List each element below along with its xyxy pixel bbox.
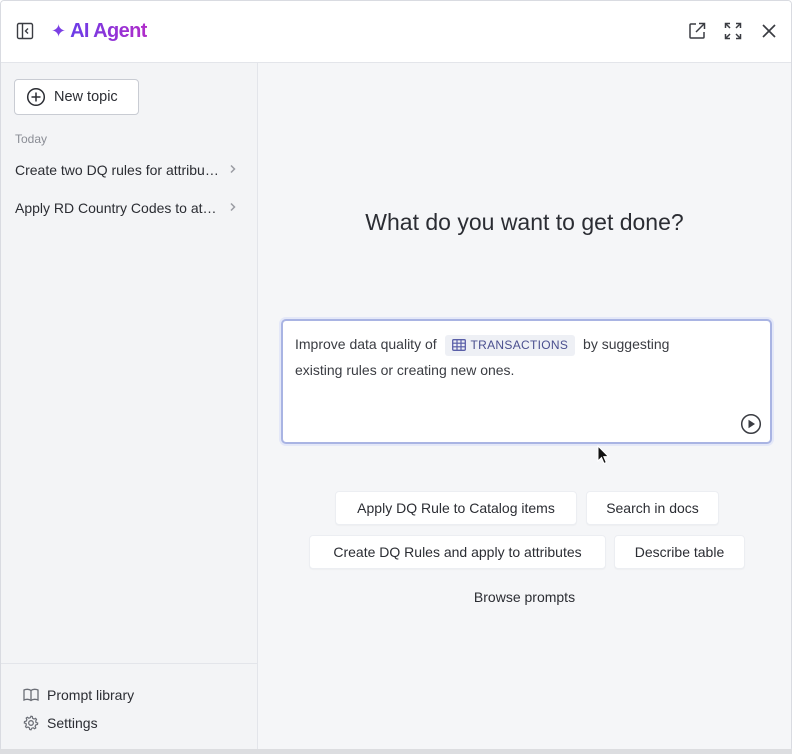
chevron-right-icon [229, 163, 237, 177]
mouse-cursor-icon [597, 445, 610, 465]
prompt-input[interactable]: Improve data quality of TRANSACTIONS by … [281, 319, 772, 444]
new-topic-button[interactable]: New topic [14, 79, 139, 115]
table-chip-label: TRANSACTIONS [470, 338, 569, 353]
external-link-icon[interactable] [685, 19, 709, 43]
sidebar-toggle-icon[interactable] [13, 19, 37, 43]
prompt-text-before: Improve data quality of [295, 336, 437, 352]
suggestion-button[interactable]: Apply DQ Rule to Catalog items [335, 491, 577, 525]
chevron-right-icon [229, 201, 237, 215]
topic-item[interactable]: Create two DQ rules for attributes [15, 159, 237, 181]
header: ✦ AI Agent [1, 1, 791, 63]
suggestion-button[interactable]: Create DQ Rules and apply to attributes [309, 535, 606, 569]
plus-circle-icon [26, 87, 46, 107]
brand-logo: ✦ AI Agent [51, 18, 147, 44]
sidebar-footer: Prompt library Settings [1, 663, 257, 751]
topic-label: Create two DQ rules for attributes [15, 162, 220, 178]
prompt-library-link[interactable]: Prompt library [23, 684, 134, 706]
ai-agent-panel: ✦ AI Agent New topic Today Create two DQ… [0, 0, 792, 752]
main-content: What do you want to get done? Improve da… [258, 63, 791, 751]
settings-label: Settings [47, 715, 98, 731]
prompt-library-label: Prompt library [47, 687, 135, 703]
prompt-text: Improve data quality of TRANSACTIONS by … [295, 331, 705, 383]
table-chip[interactable]: TRANSACTIONS [444, 334, 576, 356]
sidebar: New topic Today Create two DQ rules for … [1, 63, 258, 751]
section-label-today: Today [15, 132, 48, 146]
brand-name: AI Agent [70, 19, 147, 42]
book-icon [23, 688, 39, 702]
suggestion-button[interactable]: Describe table [614, 535, 745, 569]
topic-label: Apply RD Country Codes to attributes [15, 200, 220, 216]
browse-prompts-link[interactable]: Browse prompts [258, 589, 791, 605]
gear-icon [23, 715, 39, 731]
topic-item[interactable]: Apply RD Country Codes to attributes [15, 197, 237, 219]
background-strip [0, 749, 792, 754]
settings-link[interactable]: Settings [23, 712, 98, 734]
sparkle-icon: ✦ [51, 21, 67, 41]
table-icon [451, 339, 466, 352]
close-icon[interactable] [757, 19, 781, 43]
page-title: What do you want to get done? [365, 209, 684, 235]
new-topic-label: New topic [54, 89, 118, 105]
send-icon[interactable] [740, 413, 762, 435]
expand-icon[interactable] [721, 19, 745, 43]
suggestion-button[interactable]: Search in docs [586, 491, 719, 525]
